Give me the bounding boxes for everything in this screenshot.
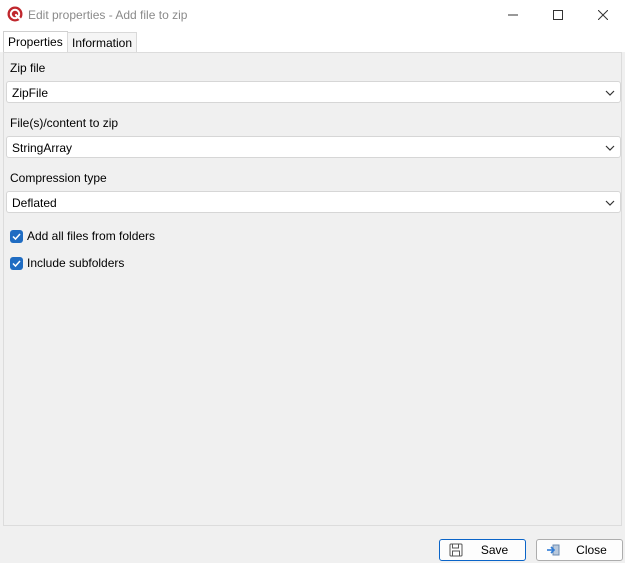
- content-value: StringArray: [12, 141, 73, 155]
- tab-information[interactable]: Information: [67, 32, 138, 52]
- zip-file-label: Zip file: [10, 61, 46, 75]
- tab-strip: Properties Information: [0, 30, 625, 53]
- add-all-files-label: Add all files from folders: [27, 229, 156, 243]
- include-subfolders-label: Include subfolders: [27, 256, 125, 270]
- minimize-icon: [508, 14, 518, 16]
- include-subfolders-checkbox-row[interactable]: Include subfolders: [10, 256, 124, 270]
- compression-label: Compression type: [10, 171, 107, 185]
- button-bar: Save Close: [0, 527, 625, 563]
- close-window-button[interactable]: [580, 0, 625, 30]
- save-button[interactable]: Save: [439, 539, 526, 561]
- window-title: Edit properties - Add file to zip: [28, 8, 188, 22]
- tab-properties[interactable]: Properties: [3, 31, 68, 53]
- save-label: Save: [480, 543, 509, 557]
- zip-file-value: ZipFile: [12, 86, 49, 100]
- zip-file-select[interactable]: ZipFile: [6, 81, 621, 103]
- content-select[interactable]: StringArray: [6, 136, 621, 158]
- compression-value: Deflated: [12, 196, 57, 210]
- maximize-icon: [553, 10, 563, 20]
- close-label: Close: [576, 543, 607, 557]
- compression-select[interactable]: Deflated: [6, 191, 621, 213]
- chevron-down-icon: [605, 200, 615, 206]
- add-all-files-checkbox-row[interactable]: Add all files from folders: [10, 229, 155, 243]
- close-icon: [598, 10, 608, 20]
- checkmark-icon: [12, 259, 21, 267]
- add-all-files-checkbox[interactable]: [10, 229, 23, 243]
- chevron-down-icon: [605, 90, 615, 96]
- content-label: File(s)/content to zip: [10, 116, 119, 130]
- minimize-button[interactable]: [490, 0, 536, 30]
- title-bar: Edit properties - Add file to zip: [0, 0, 625, 30]
- chevron-down-icon: [605, 145, 615, 151]
- maximize-button[interactable]: [535, 0, 581, 30]
- include-subfolders-checkbox[interactable]: [10, 256, 23, 270]
- close-button[interactable]: Close: [536, 539, 623, 561]
- checkmark-icon: [12, 232, 21, 240]
- properties-panel: Zip file ZipFile File(s)/content to zip …: [3, 52, 622, 526]
- app-logo-icon: [7, 6, 23, 22]
